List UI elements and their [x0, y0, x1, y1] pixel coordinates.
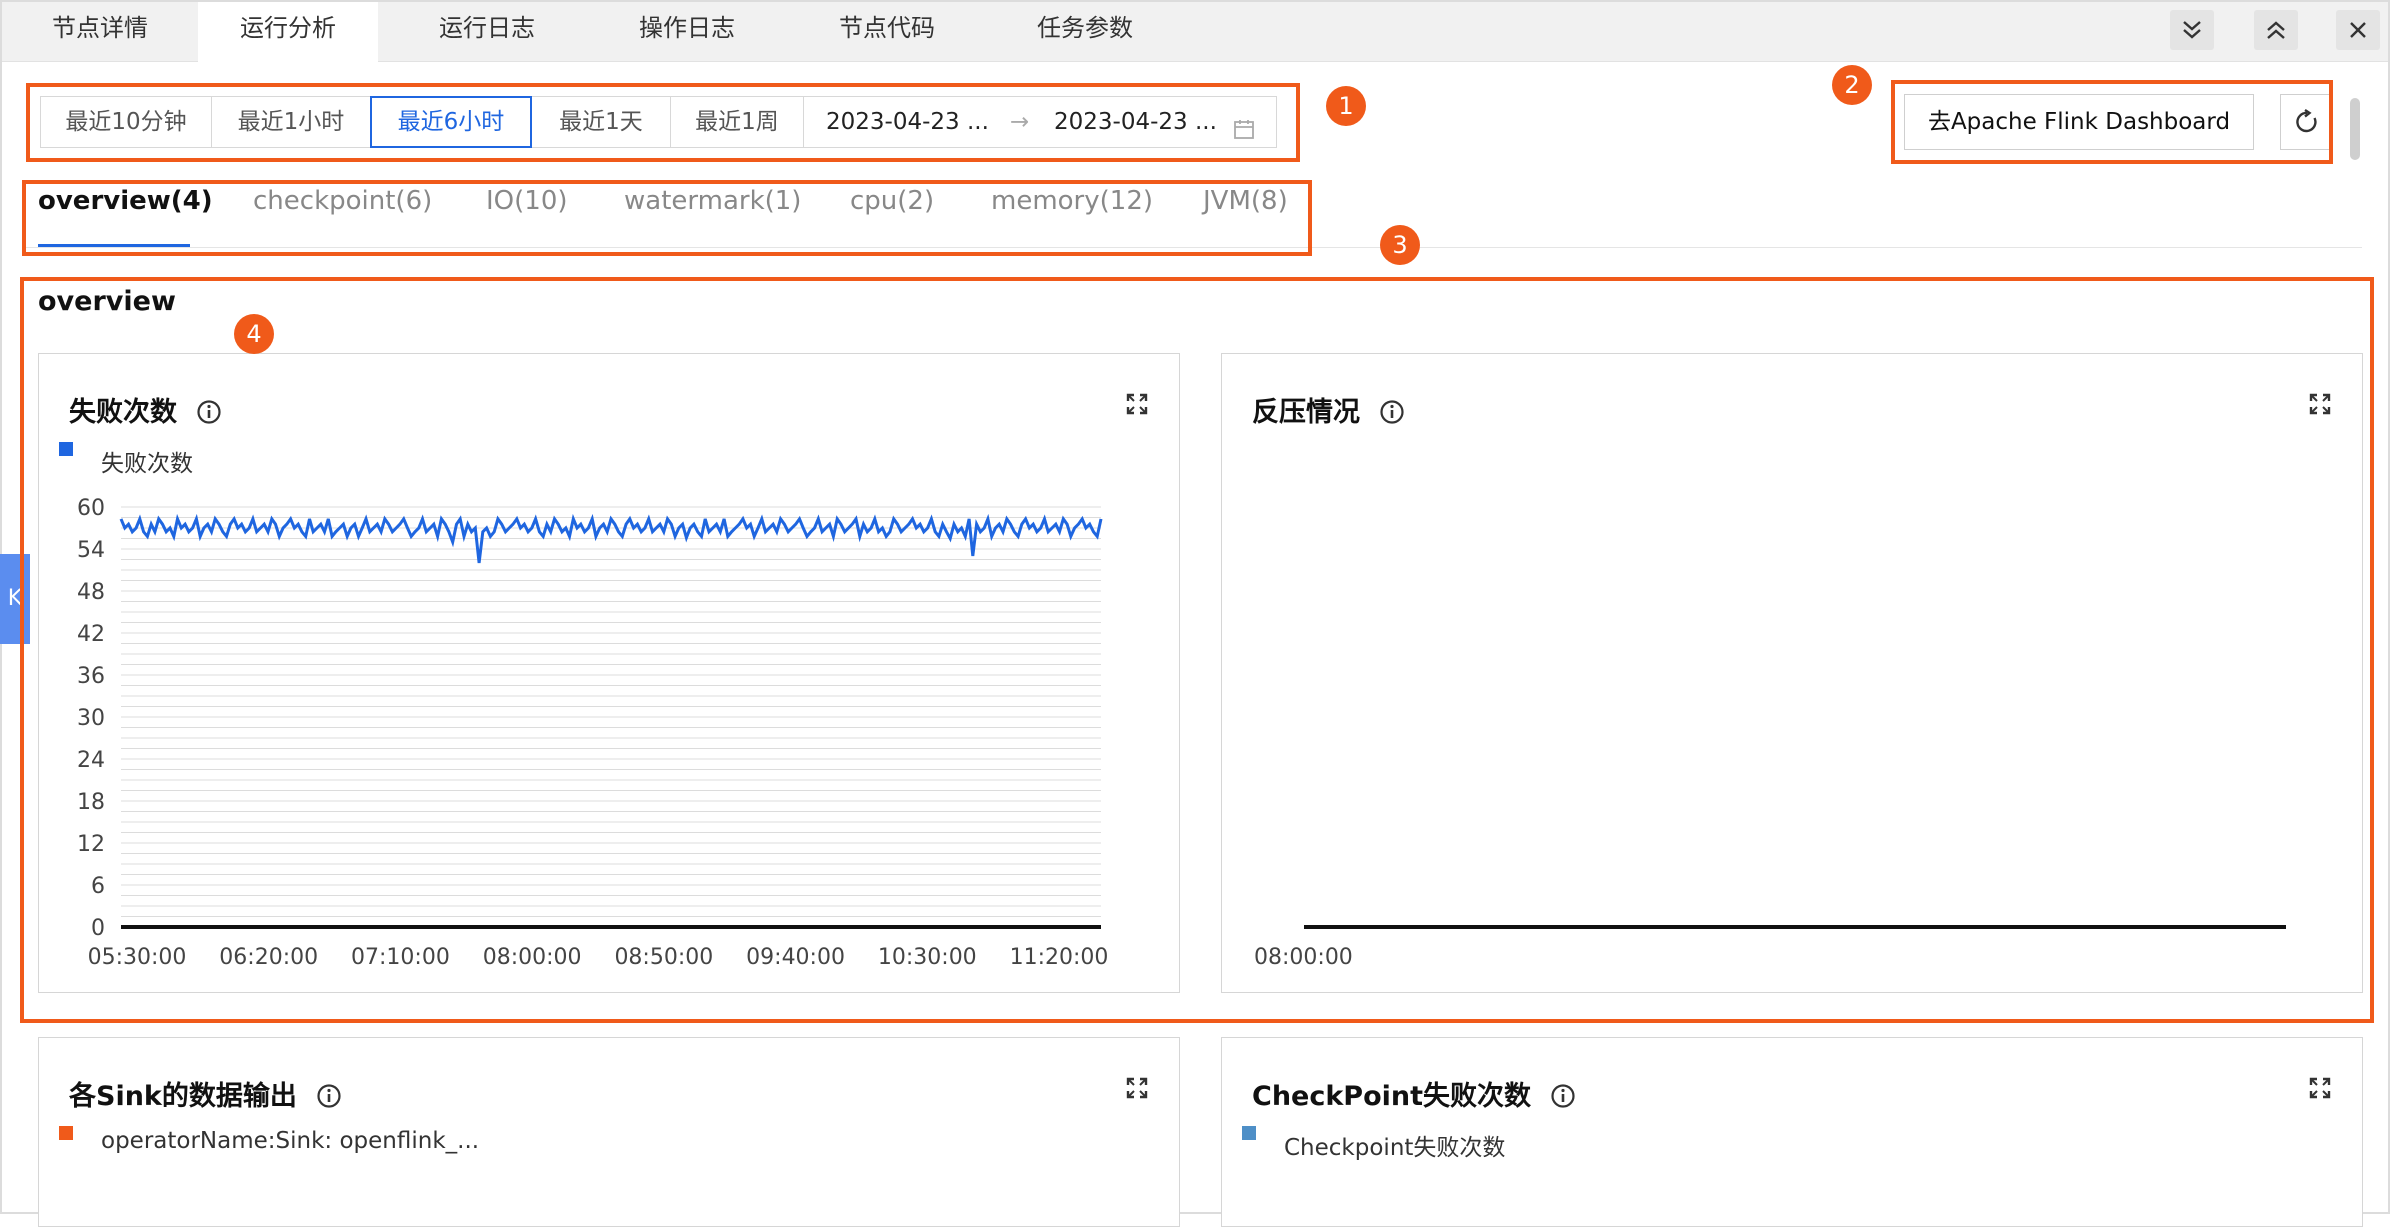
- refresh-button[interactable]: [2280, 94, 2332, 150]
- tab-overview[interactable]: overview(4): [38, 186, 213, 216]
- card-title: CheckPoint失败次数: [1252, 1074, 1576, 1113]
- y-tick-label: 42: [77, 622, 105, 647]
- flink-dashboard-button[interactable]: 去Apache Flink Dashboard: [1904, 94, 2254, 150]
- y-tick-label: 30: [77, 706, 105, 731]
- date-start: 2023-04-23 ...: [826, 109, 989, 135]
- date-end: 2023-04-23 ...: [1054, 109, 1217, 135]
- x-tick-label: 08:50:00: [614, 945, 713, 970]
- card-title: 各Sink的数据输出: [69, 1074, 342, 1113]
- tab-task-params[interactable]: 任务参数: [980, 2, 1190, 62]
- tab-operation-log[interactable]: 操作日志: [582, 2, 792, 62]
- date-arrow: →: [1010, 109, 1030, 135]
- y-tick-label: 24: [77, 748, 105, 773]
- x-tick-label: 07:10:00: [351, 945, 450, 970]
- legend-swatch: [59, 1126, 73, 1140]
- tab-node-detail[interactable]: 节点详情: [2, 2, 198, 62]
- tab-memory[interactable]: memory(12): [991, 186, 1153, 216]
- annotation-badge-2: 2: [1832, 65, 1872, 105]
- range-1w-button[interactable]: 最近1周: [670, 96, 804, 148]
- annotation-badge-4: 4: [234, 314, 274, 354]
- tab-jvm[interactable]: JVM(8): [1203, 186, 1288, 216]
- y-tick-label: 36: [77, 664, 105, 689]
- y-tick-label: 18: [77, 790, 105, 815]
- x-tick-label: 11:20:00: [1010, 945, 1109, 970]
- series-line-failures: [119, 513, 1103, 564]
- card-backpressure: 反压情况 08:00:00: [1221, 353, 2363, 993]
- x-tick-label: 10:30:00: [878, 945, 977, 970]
- y-tick-label: 48: [77, 580, 105, 605]
- calendar-icon[interactable]: [1232, 109, 1256, 159]
- tab-cpu[interactable]: cpu(2): [850, 186, 934, 216]
- y-tick-label: 54: [77, 538, 105, 563]
- tabs-divider: [22, 247, 2362, 248]
- x-tick-label: 06:20:00: [219, 945, 318, 970]
- section-title: overview: [38, 286, 176, 317]
- card-failures: 失败次数 失败次数 0 6 12 18 24 30 36 42 48 54 60 05:30:00 06…: [38, 353, 1180, 993]
- card-checkpoint-failures: CheckPoint失败次数 Checkpoint失败次数: [1221, 1037, 2363, 1227]
- legend-swatch: [1242, 1126, 1256, 1140]
- tab-checkpoint[interactable]: checkpoint(6): [253, 186, 432, 216]
- x-tick-label: 08:00:00: [483, 945, 582, 970]
- y-tick-label: 6: [91, 874, 105, 899]
- x-tick-label: 09:40:00: [746, 945, 845, 970]
- tab-run-analysis[interactable]: 运行分析: [198, 2, 378, 63]
- close-icon[interactable]: [2336, 10, 2380, 50]
- range-10min-button[interactable]: 最近10分钟: [40, 96, 212, 148]
- chevrons-up-icon[interactable]: [2254, 10, 2298, 50]
- y-tick-label: 60: [77, 496, 105, 521]
- info-icon[interactable]: [316, 1083, 342, 1109]
- tab-io[interactable]: IO(10): [486, 186, 568, 216]
- y-tick-label: 0: [91, 916, 105, 941]
- refresh-icon: [2296, 109, 2317, 133]
- chevrons-down-icon[interactable]: [2170, 10, 2214, 50]
- failures-line-chart: 0 6 12 18 24 30 36 42 48 54 60 05:30:00 06:20:00 07:1…: [77, 496, 1109, 970]
- date-range-picker[interactable]: 2023-04-23 ... → 2023-04-23 ...: [803, 96, 1277, 148]
- x-tick-label: 05:30:00: [88, 945, 187, 970]
- tab-watermark[interactable]: watermark(1): [624, 186, 801, 216]
- annotation-badge-3: 3: [1380, 225, 1420, 265]
- tab-node-code[interactable]: 节点代码: [782, 2, 992, 62]
- scrollbar[interactable]: [2350, 98, 2360, 160]
- x-tick-label: 08:00:00: [1254, 945, 1353, 970]
- legend: Checkpoint失败次数: [1242, 1126, 1505, 1162]
- expand-icon[interactable]: [1125, 1076, 1149, 1100]
- range-6h-button[interactable]: 最近6小时: [370, 96, 532, 148]
- info-icon[interactable]: [1550, 1083, 1576, 1109]
- top-tab-bar: 节点详情 运行分析 运行日志 操作日志 节点代码 任务参数: [2, 2, 2388, 63]
- backpressure-line-chart: 08:00:00: [1254, 925, 2286, 970]
- legend: operatorName:Sink: openflink_...: [59, 1126, 479, 1154]
- expand-icon[interactable]: [2308, 1076, 2332, 1100]
- range-1d-button[interactable]: 最近1天: [531, 96, 671, 148]
- y-tick-label: 12: [77, 832, 105, 857]
- annotation-badge-1: 1: [1326, 86, 1366, 126]
- side-panel-toggle[interactable]: K: [0, 554, 30, 644]
- range-1h-button[interactable]: 最近1小时: [211, 96, 371, 148]
- tab-run-log[interactable]: 运行日志: [382, 2, 592, 62]
- card-sink-output: 各Sink的数据输出 operatorName:Sink: openflink_…: [38, 1037, 1180, 1227]
